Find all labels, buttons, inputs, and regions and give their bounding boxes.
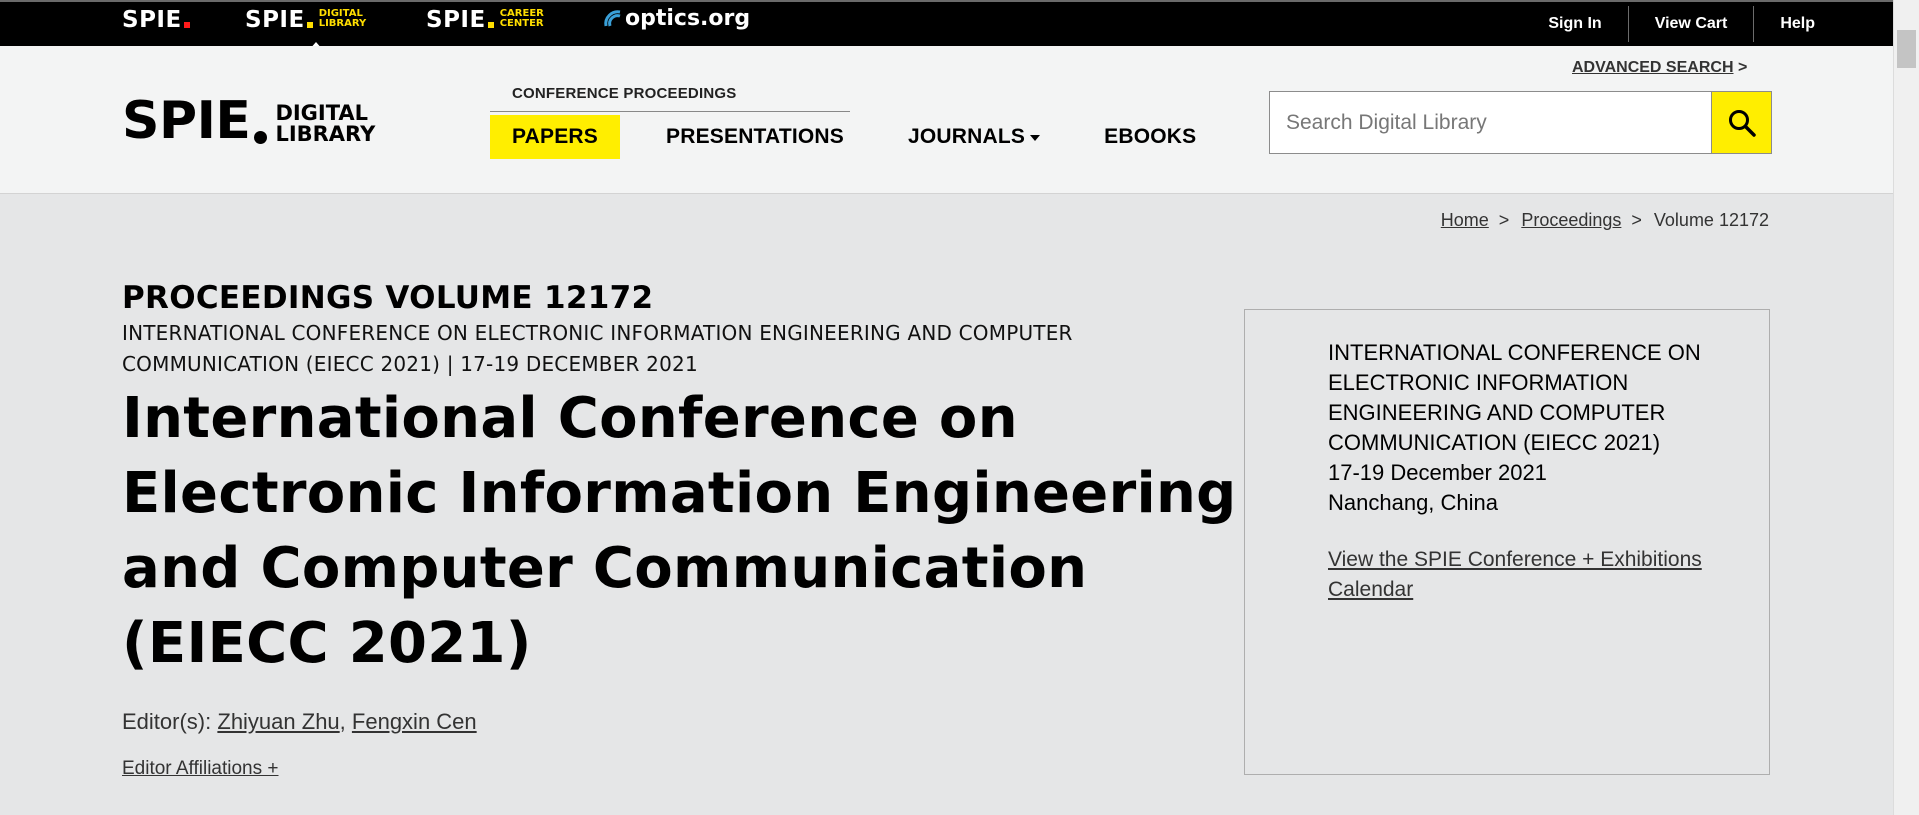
spie-brand-text: SPIE <box>122 7 182 33</box>
breadcrumb-current: Volume 12172 <box>1653 210 1769 230</box>
cc-yellow-dot <box>487 22 494 28</box>
top-bar: SPIE SPIE DIGITAL LIBRARY SPIE CAREER CENT… <box>0 0 1893 50</box>
nav-divider <box>490 111 850 112</box>
breadcrumb-home[interactable]: Home <box>1441 210 1489 231</box>
advanced-search-link[interactable]: ADVANCED SEARCH <box>1572 59 1734 76</box>
spie-digital-library-brand-link[interactable]: SPIE DIGITAL LIBRARY <box>245 7 367 50</box>
volume-title: PROCEEDINGS VOLUME 12172 <box>122 280 654 316</box>
optics-org-brand-link[interactable]: optics.org <box>602 6 750 31</box>
search-icon <box>1728 109 1756 137</box>
dl-brand-sub: DIGITAL LIBRARY <box>319 9 367 29</box>
conference-name: INTERNATIONAL CONFERENCE ON ELECTRONIC I… <box>1328 340 1701 455</box>
advanced-search-arrow: > <box>1737 59 1748 76</box>
editors-label: Editor(s): <box>122 709 212 734</box>
conference-calendar-link[interactable]: View the SPIE Conference + Exhibitions C… <box>1328 545 1738 605</box>
editor-affiliations-toggle[interactable]: Editor Affiliations + <box>122 758 279 780</box>
advanced-search: ADVANCED SEARCH > <box>1572 59 1747 77</box>
spie-digital-library-logo[interactable]: SPIE DIGITAL LIBRARY <box>122 91 375 151</box>
search-input[interactable] <box>1270 92 1711 153</box>
logo-line2: LIBRARY <box>275 122 376 146</box>
editor-link-zhiyuan-zhu[interactable]: Zhiyuan Zhu <box>217 709 339 734</box>
editor-link-fengxin-cen[interactable]: Fengxin Cen <box>352 709 477 734</box>
nav-section-label: CONFERENCE PROCEEDINGS <box>512 85 737 102</box>
optics-brand-text: optics.org <box>625 6 751 31</box>
nav-journals[interactable]: JOURNALS <box>886 115 1062 159</box>
search-box <box>1269 91 1772 154</box>
conference-info-box: INTERNATIONAL CONFERENCE ON ELECTRONIC I… <box>1244 309 1770 775</box>
help-link[interactable]: Help <box>1753 6 1841 42</box>
conference-dates: 17-19 December 2021 <box>1328 460 1547 485</box>
cc-brand-sub: CAREER CENTER <box>500 9 544 29</box>
dl-sub-line2: LIBRARY <box>318 18 367 29</box>
view-cart-link[interactable]: View Cart <box>1627 6 1754 42</box>
spie-career-center-brand-link[interactable]: SPIE CAREER CENTER <box>426 7 544 33</box>
conference-info-text: INTERNATIONAL CONFERENCE ON ELECTRONIC I… <box>1328 338 1728 518</box>
chevron-down-icon <box>1030 135 1041 141</box>
page-scrollbar[interactable] <box>1893 0 1919 815</box>
nav-ebooks[interactable]: EBOOKS <box>1082 115 1218 159</box>
spie-brand-link[interactable]: SPIE <box>122 7 190 33</box>
breadcrumb-separator: > <box>1631 210 1642 230</box>
dl-brand-text: SPIE <box>245 7 305 33</box>
cc-sub-line2: CENTER <box>499 18 544 29</box>
breadcrumb-proceedings[interactable]: Proceedings <box>1521 210 1621 231</box>
nav-papers[interactable]: PAPERS <box>490 115 620 159</box>
logo-dot <box>254 131 268 144</box>
optics-signal-icon <box>604 9 621 26</box>
logo-subtext: DIGITAL LIBRARY <box>275 103 375 145</box>
page-title: International Conference on Electronic I… <box>122 386 1237 676</box>
site-header: SPIE DIGITAL LIBRARY CONFERENCE PROCEEDIN… <box>0 46 1893 194</box>
conference-location: Nanchang, China <box>1328 490 1499 515</box>
sign-in-link[interactable]: Sign In <box>1522 6 1627 42</box>
breadcrumb: Home > Proceedings > Volume 12172 <box>1441 210 1769 231</box>
search-button[interactable] <box>1711 92 1771 153</box>
cc-brand-text: SPIE <box>426 7 486 33</box>
nav-journals-label: JOURNALS <box>908 125 1026 148</box>
main-nav: PAPERS PRESENTATIONS JOURNALS EBOOKS <box>490 115 1238 159</box>
breadcrumb-separator: > <box>1498 210 1510 230</box>
spie-red-dot <box>183 22 190 28</box>
editors: Editor(s): Zhiyuan Zhu, Fengxin Cen <box>122 709 477 734</box>
account-links: Sign In View Cart Help <box>1522 2 1893 46</box>
nav-presentations[interactable]: PRESENTATIONS <box>644 115 866 159</box>
dl-yellow-dot <box>306 22 313 28</box>
logo-spie-text: SPIE <box>122 91 251 151</box>
conference-subtitle: INTERNATIONAL CONFERENCE ON ELECTRONIC I… <box>122 321 1073 376</box>
scrollbar-thumb[interactable] <box>1897 30 1916 68</box>
